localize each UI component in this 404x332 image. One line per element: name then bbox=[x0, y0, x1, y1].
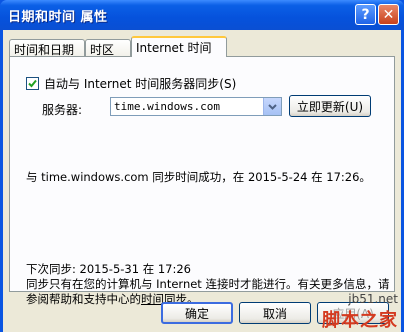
help-icon: ? bbox=[361, 6, 370, 23]
chevron-down-icon bbox=[268, 103, 277, 110]
tab-time-zone[interactable]: 时区 bbox=[85, 39, 131, 57]
watermark-url: jb51.net bbox=[348, 292, 398, 306]
tab-time-zone-label: 时区 bbox=[90, 43, 115, 57]
update-now-button[interactable]: 立即更新(U) bbox=[289, 95, 371, 117]
close-icon: ✕ bbox=[382, 6, 395, 23]
auto-sync-option[interactable]: 自动与 Internet 时间服务器同步(S) bbox=[26, 75, 236, 92]
next-sync-text: 下次同步: 2015-5-31 在 17:26 bbox=[26, 262, 191, 276]
ok-label: 确定 bbox=[184, 306, 209, 321]
watermark-name: 脚本之家 bbox=[322, 310, 398, 331]
tab-date-time-label: 时间和日期 bbox=[14, 43, 75, 57]
dialog-window: 日期和时间 属性 ? ✕ 时间和日期 时区 Internet 时间 自动与 In… bbox=[0, 0, 404, 332]
window-title: 日期和时间 属性 bbox=[8, 10, 108, 25]
close-button[interactable]: ✕ bbox=[378, 4, 399, 25]
title-bar[interactable]: 日期和时间 属性 ? ✕ bbox=[0, 0, 404, 30]
dialog-client-area: 时间和日期 时区 Internet 时间 自动与 Internet 时间服务器同… bbox=[3, 30, 401, 332]
auto-sync-label: 自动与 Internet 时间服务器同步(S) bbox=[44, 77, 237, 91]
tab-date-time[interactable]: 时间和日期 bbox=[9, 39, 85, 57]
help-button[interactable]: ? bbox=[355, 4, 376, 25]
site-watermark: jb51.net 脚本之家 bbox=[268, 292, 398, 331]
internet-time-panel: 自动与 Internet 时间服务器同步(S) 服务器: time.window… bbox=[9, 56, 395, 306]
ok-button[interactable]: 确定 bbox=[161, 302, 233, 324]
tab-internet-time-label: Internet 时间 bbox=[136, 41, 212, 55]
server-value: time.windows.com bbox=[114, 100, 220, 113]
sync-status-message: 与 time.windows.com 同步时间成功，在 2015-5-24 在 … bbox=[26, 170, 371, 184]
auto-sync-checkbox[interactable] bbox=[26, 77, 39, 90]
checkmark-icon bbox=[28, 79, 37, 88]
tab-internet-time[interactable]: Internet 时间 bbox=[131, 36, 227, 57]
update-now-label: 立即更新(U) bbox=[296, 99, 364, 114]
server-label: 服务器: bbox=[42, 103, 83, 117]
server-combobox[interactable]: time.windows.com bbox=[110, 97, 282, 116]
server-dropdown-button[interactable] bbox=[263, 98, 281, 115]
